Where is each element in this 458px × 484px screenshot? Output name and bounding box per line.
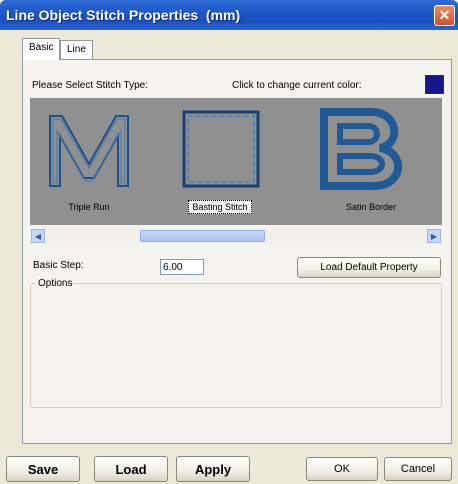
- bottom-button-bar: Save Load Apply OK Cancel: [0, 452, 458, 484]
- close-button[interactable]: ✕: [434, 5, 455, 26]
- chevron-left-icon: ◀: [34, 231, 42, 241]
- stitch-item-satin-border[interactable]: Satin Border: [316, 98, 426, 225]
- window-title: Line Object Stitch Properties (mm): [6, 7, 241, 23]
- chevron-right-icon: ▶: [430, 231, 438, 241]
- stitch-item-label: Satin Border: [345, 202, 397, 212]
- scroll-right-button[interactable]: ▶: [427, 229, 441, 243]
- basting-stitch-preview-icon: [182, 110, 260, 188]
- tab-line[interactable]: Line: [60, 40, 93, 59]
- options-group: Options: [30, 278, 442, 408]
- options-label: Options: [36, 278, 75, 289]
- triple-run-preview-icon: [49, 115, 129, 187]
- title-bar: Line Object Stitch Properties (mm) ✕: [0, 0, 458, 30]
- scroll-left-button[interactable]: ◀: [31, 229, 45, 243]
- satin-border-preview-icon: [320, 108, 402, 190]
- stitch-type-gallery: Triple Run Basting Stitch Satin Border: [30, 98, 442, 225]
- ok-button[interactable]: OK: [306, 457, 378, 481]
- stitch-item-triple-run[interactable]: Triple Run: [34, 98, 144, 225]
- stitch-item-basting-stitch[interactable]: Basting Stitch: [180, 98, 290, 225]
- select-stitch-type-label: Please Select Stitch Type:: [32, 80, 148, 91]
- current-color-swatch[interactable]: [425, 75, 444, 94]
- load-button[interactable]: Load: [94, 456, 168, 482]
- stitch-item-label: Triple Run: [68, 202, 110, 212]
- tab-basic[interactable]: Basic: [22, 38, 61, 60]
- load-default-property-button[interactable]: Load Default Property: [297, 257, 441, 278]
- close-icon: ✕: [438, 7, 451, 23]
- scroll-thumb[interactable]: [140, 230, 265, 242]
- basic-step-label: Basic Step:: [33, 260, 84, 271]
- gallery-scrollbar[interactable]: ◀ ▶: [30, 228, 442, 244]
- basic-step-input[interactable]: [160, 259, 204, 275]
- cancel-button[interactable]: Cancel: [384, 457, 452, 481]
- save-button[interactable]: Save: [6, 456, 80, 482]
- stitch-item-label: Basting Stitch: [165, 200, 275, 214]
- change-color-label: Click to change current color:: [232, 80, 362, 91]
- apply-button[interactable]: Apply: [176, 456, 250, 482]
